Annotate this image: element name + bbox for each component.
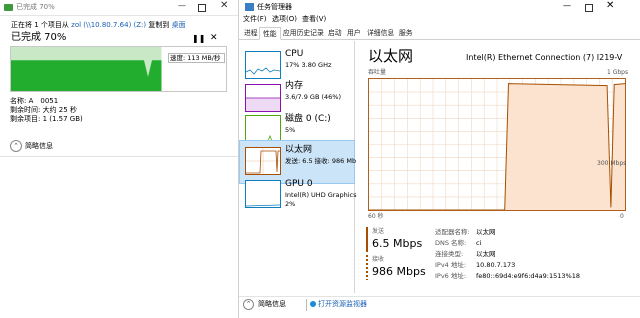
menu-view[interactable]: 查看(V) — [302, 16, 326, 23]
minimize-icon[interactable]: — — [178, 2, 186, 10]
gpu-model: Intel(R) UHD Graphics — [285, 191, 357, 199]
stop-icon[interactable]: ✕ — [210, 34, 218, 43]
copy-speed-label: 速度: 113 MB/秒 — [170, 54, 221, 62]
copy-source-link[interactable]: zol (\\10.80.7.64) (Z:) — [71, 21, 146, 29]
ethernet-label: 以太网 — [285, 145, 313, 155]
copy-detail-name: 名称: A 0051 — [10, 97, 59, 105]
copy-percent-label: 已完成 70% — [11, 32, 67, 43]
chevron-up-icon[interactable]: ⌃ — [243, 299, 254, 310]
gpu-usage: 2% — [285, 200, 296, 208]
copy-dialog-bottom-divider — [0, 156, 238, 157]
maximize-icon[interactable] — [585, 4, 593, 12]
disk-label: 磁盘 0 (C:) — [285, 114, 331, 124]
disk-usage: 5% — [285, 126, 296, 134]
graph-max-label: 1 Gbps — [607, 69, 629, 76]
maximize-icon[interactable] — [198, 4, 206, 12]
info-adapter-label: 适配器名称: — [435, 228, 470, 236]
info-ipv6-value: fe80::69d4:e9f6:d4a9:1513%18 — [476, 272, 580, 280]
tab-details[interactable]: 详细信息 — [364, 27, 397, 40]
cpu-thumbnail — [245, 51, 281, 79]
graph-seconds-label: 60 秒 — [368, 213, 384, 220]
copy-dialog-title: 已完成 70% — [16, 3, 55, 11]
send-legend-bar — [366, 227, 368, 252]
panel-title: 以太网 — [368, 47, 414, 65]
info-ipv6-label: IPv6 地址: — [435, 272, 467, 280]
bottom-separator — [306, 299, 307, 311]
tab-performance[interactable]: 性能 — [259, 27, 281, 40]
copy-status-line: 正在将 1 个项目从 zol (\\10.80.7.64) (Z:) 复制到 桌… — [11, 22, 186, 29]
task-manager-title: 任务管理器 — [257, 3, 292, 11]
receive-legend-bar — [366, 255, 368, 280]
send-label: 发送 — [372, 228, 385, 235]
adapter-name: Intel(R) Ethernet Connection (7) I219-V — [466, 53, 623, 62]
menu-file[interactable]: 文件(F) — [243, 16, 267, 23]
copy-speed-area — [11, 60, 162, 91]
tm-more-info-toggle[interactable]: 简略信息 — [258, 301, 286, 308]
receive-label: 接收 — [372, 256, 385, 263]
copy-status-prefix: 正在将 1 个项目从 — [11, 21, 69, 29]
ethernet-usage: 发送: 6.5 接收: 986 Mb — [285, 157, 357, 165]
copy-destination-link[interactable]: 桌面 — [172, 21, 186, 29]
cpu-usage: 17% 3.80 GHz — [285, 61, 332, 69]
memory-usage: 3.6/7.9 GB (46%) — [285, 93, 342, 101]
info-dns-value: ci — [476, 239, 482, 247]
chevron-up-icon[interactable]: ⌃ — [10, 140, 22, 152]
copy-detail-items: 剩余项目: 1 (1.57 GB) — [10, 115, 83, 123]
resource-monitor-icon — [310, 301, 316, 307]
info-ipv4-value: 10.80.7.173 — [476, 261, 516, 269]
ethernet-thumbnail — [245, 147, 281, 175]
task-manager-icon — [245, 3, 254, 11]
info-dns-label: DNS 名称: — [435, 239, 467, 247]
throughput-graph — [368, 78, 626, 211]
minimize-icon[interactable]: — — [563, 2, 571, 10]
info-conn-value: 以太网 — [476, 250, 496, 258]
task-manager-bottom-bar — [239, 296, 640, 318]
copy-more-info-toggle[interactable]: 简略信息 — [25, 143, 53, 150]
tab-startup[interactable]: 启动 — [325, 27, 345, 40]
tab-users[interactable]: 用户 — [344, 27, 364, 40]
tab-services[interactable]: 服务 — [396, 27, 416, 40]
info-ipv4-label: IPv4 地址: — [435, 261, 467, 269]
pause-icon[interactable]: ❚❚ — [192, 35, 205, 43]
copy-detail-time: 剩余时间: 大约 25 秒 — [10, 106, 77, 114]
graph-zero-label: 0 — [620, 213, 624, 220]
gpu-thumbnail — [245, 180, 281, 208]
throughput-label: 吞吐量 — [368, 69, 387, 76]
disk-thumbnail — [245, 115, 281, 143]
graph-mid-label: 300 Mbps — [597, 160, 627, 167]
memory-label: 内存 — [285, 81, 304, 91]
cpu-label: CPU — [285, 49, 304, 59]
send-value: 6.5 Mbps — [372, 237, 423, 250]
tab-processes[interactable]: 进程 — [241, 27, 261, 40]
receive-value: 986 Mbps — [372, 265, 426, 278]
copy-dialog-icon — [4, 4, 13, 11]
info-conn-label: 连接类型: — [435, 250, 464, 258]
close-icon[interactable]: ✕ — [606, 1, 614, 11]
open-resource-monitor-link[interactable]: 打开资源监视器 — [318, 301, 367, 308]
info-adapter-value: 以太网 — [476, 228, 496, 236]
tab-app-history[interactable]: 应用历史记录 — [280, 27, 327, 40]
memory-thumbnail — [245, 84, 281, 112]
menu-options[interactable]: 选项(O) — [272, 16, 297, 23]
copy-status-middle: 复制到 — [148, 21, 170, 29]
close-icon[interactable]: ✕ — [220, 1, 228, 11]
gpu-label: GPU 0 — [285, 179, 313, 189]
